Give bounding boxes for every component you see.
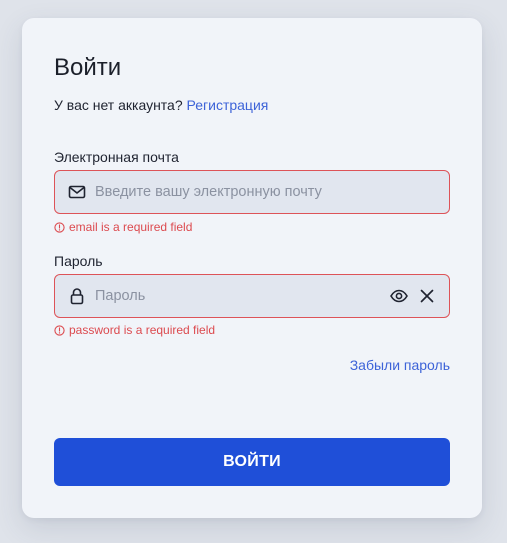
signup-link[interactable]: Регистрация [187,97,269,113]
email-input[interactable] [95,171,435,213]
password-input[interactable] [95,275,375,317]
login-card: Войти У вас нет аккаунта? Регистрация Эл… [22,18,482,518]
page-title: Войти [54,54,122,81]
email-field[interactable] [54,170,450,214]
login-button[interactable]: ВОЙТИ [54,438,450,486]
signup-prompt-row: У вас нет аккаунта? Регистрация [54,96,268,114]
password-error-text: password is a required field [69,323,216,337]
eye-icon[interactable] [389,286,409,306]
password-label: Пароль [54,253,103,269]
close-icon[interactable] [417,286,437,306]
email-label: Электронная почта [54,149,179,165]
password-field[interactable] [54,274,450,318]
email-error: email is a required field [54,220,192,234]
error-icon [54,222,65,233]
mail-icon [68,185,86,199]
forgot-password-link[interactable]: Забыли пароль [350,356,450,374]
email-error-text: email is a required field [69,220,193,234]
password-error: password is a required field [54,323,215,337]
lock-icon [70,288,84,305]
signup-prompt: У вас нет аккаунта? [54,97,183,113]
error-icon [54,325,65,336]
